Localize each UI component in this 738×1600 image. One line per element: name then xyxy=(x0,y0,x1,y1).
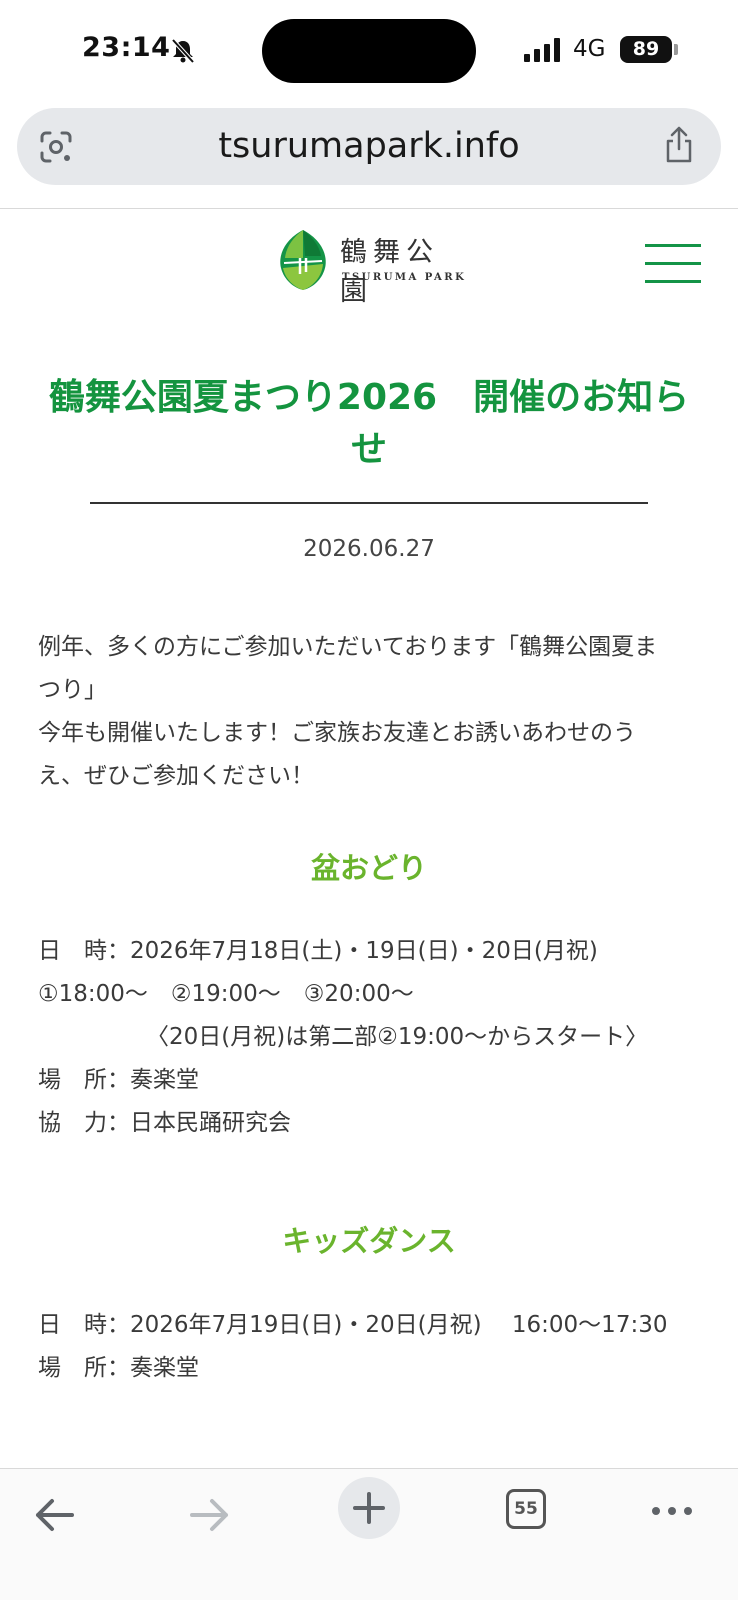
info-line-venue: 場 所：奏楽堂 xyxy=(38,1067,199,1093)
intro-line: 今年も開催いたします！ご家族お友達とお誘いあわせのう xyxy=(38,720,636,746)
site-logo[interactable]: 鶴舞公園 TSURUMA PARK xyxy=(278,228,468,307)
logo-text-en: TSURUMA PARK xyxy=(342,272,467,283)
forward-arrow-icon[interactable] xyxy=(186,1491,234,1539)
section-title-kids-dance: キッズダンス xyxy=(282,1224,456,1258)
info-line-datetime: 日 時：2026年7月18日(土)・19日(日)・20日(月祝) xyxy=(38,938,598,964)
article-date: 2026.06.27 xyxy=(303,536,435,562)
intro-line: 例年、多くの方にご参加いただいております「鶴舞公園夏ま xyxy=(38,634,658,660)
section-info-kids-dance: 日 時：2026年7月19日(日)・20日(月祝) 16:00～17:30 場 … xyxy=(38,1304,708,1390)
dynamic-island xyxy=(262,19,476,83)
intro-line: つり」 xyxy=(38,677,107,703)
hamburger-menu-icon[interactable] xyxy=(645,244,701,284)
title-divider xyxy=(90,502,648,504)
leaf-logo-icon xyxy=(280,230,326,290)
status-bar: 23:14 4G 89 xyxy=(0,0,738,100)
info-line-note: 〈20日(月祝)は第二部②19:00～からスタート〉 xyxy=(146,1024,649,1050)
header-divider xyxy=(0,208,738,209)
info-line-times: ①18:00～ ②19:00～ ③20:00～ xyxy=(38,981,414,1007)
new-tab-button[interactable] xyxy=(338,1477,400,1539)
info-line-venue: 場 所：奏楽堂 xyxy=(38,1355,199,1381)
article-intro: 例年、多くの方にご参加いただいております「鶴舞公園夏ま つり」 今年も開催いたし… xyxy=(38,626,698,798)
battery-tip xyxy=(674,44,678,55)
signal-icon xyxy=(524,38,560,62)
address-bar[interactable]: tsurumapark.info xyxy=(17,108,721,185)
intro-line: え、ぜひご参加ください！ xyxy=(38,763,314,789)
bell-muted-icon xyxy=(171,38,195,64)
logo-text-jp: 鶴舞公園 xyxy=(340,237,439,307)
network-type: 4G xyxy=(573,36,606,62)
section-title-bon-odori: 盆おどり xyxy=(310,851,427,885)
more-options-icon[interactable] xyxy=(650,1491,694,1531)
url-text[interactable]: tsurumapark.info xyxy=(17,126,721,166)
article-title: 鶴舞公園夏まつり2026 開催のお知らせ xyxy=(48,377,690,470)
plus-icon xyxy=(353,1492,385,1524)
menu-line xyxy=(645,262,701,265)
share-icon[interactable] xyxy=(663,126,695,164)
info-line-cooperation: 協 力：日本民踊研究会 xyxy=(38,1110,291,1136)
info-line-datetime: 日 時：2026年7月19日(日)・20日(月祝) 16:00～17:30 xyxy=(38,1312,668,1338)
status-time: 23:14 xyxy=(82,32,171,63)
menu-line xyxy=(645,244,701,247)
back-arrow-icon[interactable] xyxy=(30,1491,78,1539)
tab-count-button[interactable]: 55 xyxy=(506,1489,546,1529)
battery-icon: 89 xyxy=(620,36,672,63)
section-info-bon-odori: 日 時：2026年7月18日(土)・19日(日)・20日(月祝) ①18:00～… xyxy=(38,930,708,1145)
browser-toolbar: 55 xyxy=(0,1468,738,1600)
menu-line xyxy=(645,280,701,283)
